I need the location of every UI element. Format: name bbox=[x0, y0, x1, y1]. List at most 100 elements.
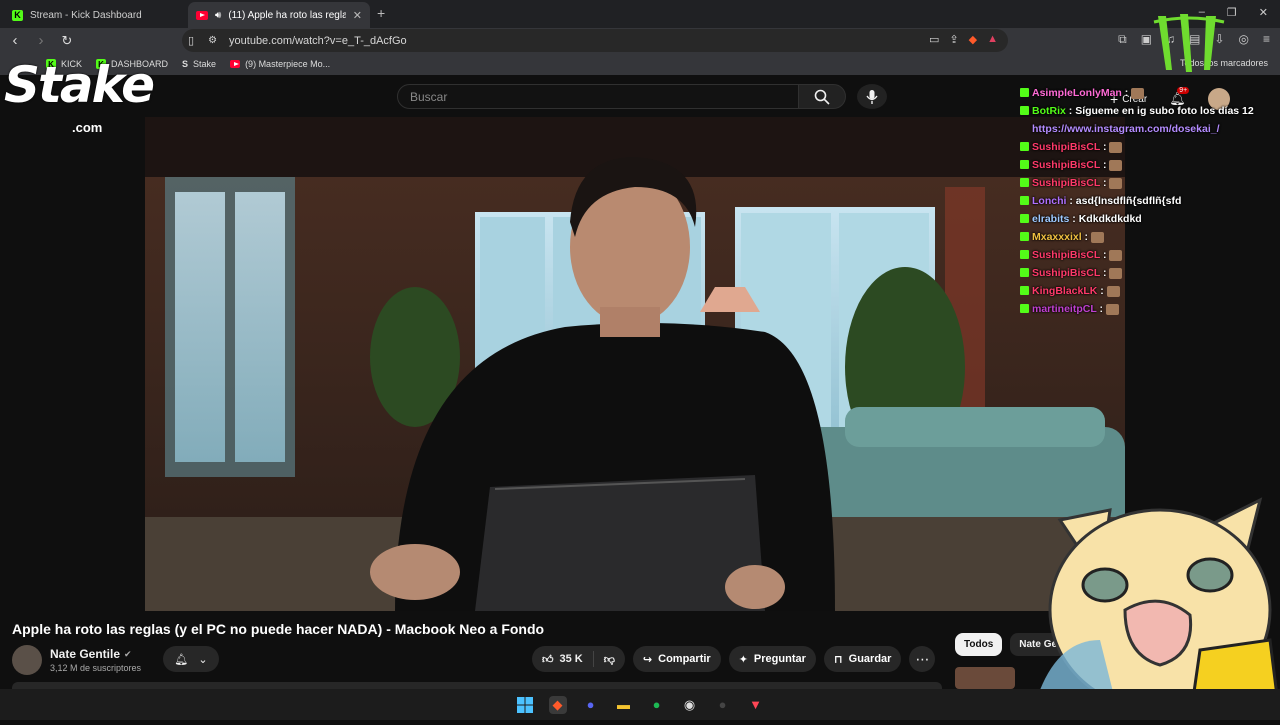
bookmark-label: Stake bbox=[193, 59, 217, 69]
chat-text: Sígueme en ig subo foto los días 12 bbox=[1075, 105, 1254, 117]
chat-message: AsimpleLonlyMan : bbox=[1020, 84, 1270, 102]
chat-message-text: SushipiBisCL : bbox=[1032, 174, 1123, 192]
chat-message-text: BotRix : Sígueme en ig subo foto los día… bbox=[1032, 105, 1254, 135]
windows-start-icon[interactable] bbox=[516, 696, 534, 714]
app-icon[interactable]: ● bbox=[714, 696, 732, 714]
channel-name[interactable]: Nate Gentile bbox=[50, 647, 120, 661]
new-tab-button[interactable]: + bbox=[377, 5, 385, 21]
address-bar[interactable]: ▯ ⚙ youtube.com/watch?v=e_T-_dAcfGo ▭ ⇪ … bbox=[182, 29, 1008, 52]
stake-logo-overlay: Stake .com bbox=[0, 56, 180, 136]
chat-message: SushipiBisCL : bbox=[1020, 156, 1270, 174]
chat-message-text: Mxaxxxixl : bbox=[1032, 228, 1104, 246]
brave-browser-icon[interactable]: ◆ bbox=[548, 695, 567, 714]
related-video-thumbnail[interactable] bbox=[955, 667, 1015, 689]
bookmark-icon: ⊓ bbox=[833, 653, 843, 666]
bookmark-icon[interactable]: ▯ bbox=[188, 34, 194, 47]
voice-search-button[interactable] bbox=[857, 84, 887, 109]
steam-icon[interactable]: ◉ bbox=[681, 696, 699, 714]
youtube-icon bbox=[196, 10, 208, 20]
emote-icon bbox=[1109, 249, 1123, 261]
sparkle-icon: ✦ bbox=[738, 653, 748, 666]
chat-message: KingBlackLK : bbox=[1020, 282, 1270, 300]
emote-icon bbox=[1109, 141, 1123, 153]
emote-icon bbox=[1106, 285, 1120, 297]
dislike-button[interactable]: 👎︎ bbox=[594, 646, 625, 672]
chat-username: Lonchi bbox=[1032, 195, 1067, 207]
emote-icon bbox=[1131, 87, 1145, 99]
discord-icon[interactable]: ● bbox=[582, 696, 600, 714]
more-actions-button[interactable]: ⋯ bbox=[909, 646, 936, 672]
emote-icon bbox=[1109, 267, 1123, 279]
maximize-icon[interactable]: ❐ bbox=[1227, 6, 1237, 19]
chat-message-text: SushipiBisCL : bbox=[1032, 138, 1123, 156]
chat-message-text: KingBlackLK : bbox=[1032, 282, 1120, 300]
cast-icon[interactable]: ▭ bbox=[929, 33, 939, 46]
tab-kick-dashboard[interactable]: K Stream - Kick Dashboard bbox=[4, 2, 184, 28]
more-icon: ⋯ bbox=[915, 650, 930, 667]
share-icon[interactable]: ⇪ bbox=[949, 33, 958, 46]
chat-message: elrabits : Kdkdkdkdkd bbox=[1020, 210, 1270, 228]
subscription-bell-button[interactable]: 🔔︎ ⌄ bbox=[163, 646, 219, 672]
bookmark-stake[interactable]: S Stake bbox=[182, 59, 216, 69]
chat-username: SushipiBisCL bbox=[1032, 249, 1101, 261]
chat-message: martineitpCL : bbox=[1020, 300, 1270, 318]
file-explorer-icon[interactable]: ▬ bbox=[615, 696, 633, 714]
chat-username: SushipiBisCL bbox=[1032, 267, 1101, 279]
tab-label: Stream - Kick Dashboard bbox=[30, 9, 142, 21]
chat-username: Mxaxxxixl bbox=[1032, 231, 1082, 243]
emote-icon bbox=[1109, 159, 1123, 171]
menu-icon[interactable]: ≡ bbox=[1263, 32, 1270, 47]
monster-logo-overlay bbox=[1150, 12, 1228, 74]
chat-text: Kdkdkdkdkd bbox=[1078, 213, 1142, 225]
extensions-icon[interactable]: ⧉ bbox=[1118, 32, 1127, 47]
bookmark-masterpiece[interactable]: (9) Masterpiece Mo... bbox=[230, 59, 330, 69]
close-tab-icon[interactable]: ✕ bbox=[353, 9, 362, 22]
thumbs-down-icon: 👎︎ bbox=[603, 653, 615, 666]
chat-message-text: elrabits : Kdkdkdkdkd bbox=[1032, 213, 1142, 225]
chat-message-text: martineitpCL : bbox=[1032, 300, 1119, 318]
close-window-icon[interactable]: ✕ bbox=[1259, 6, 1268, 19]
like-button[interactable]: 👍︎ 35 K bbox=[532, 646, 593, 672]
ask-button[interactable]: ✦ Preguntar bbox=[728, 646, 816, 672]
valorant-icon[interactable]: ▼ bbox=[747, 696, 765, 714]
search-input[interactable]: Buscar bbox=[397, 84, 799, 109]
kick-badge-icon bbox=[1020, 232, 1029, 241]
chat-message: BotRix : Sígueme en ig subo foto los día… bbox=[1020, 102, 1270, 138]
save-label: Guardar bbox=[848, 653, 892, 665]
channel-avatar[interactable] bbox=[12, 645, 42, 675]
stake-icon: S bbox=[182, 59, 189, 69]
thumbs-up-icon: 👍︎ bbox=[542, 653, 554, 666]
forward-arrow-icon[interactable]: › bbox=[30, 32, 52, 49]
spotify-icon[interactable]: ● bbox=[648, 696, 666, 714]
back-arrow-icon[interactable]: ‹ bbox=[4, 32, 26, 49]
vpn-icon[interactable]: ◎ bbox=[1239, 32, 1249, 47]
chat-username: SushipiBisCL bbox=[1032, 159, 1101, 171]
video-actions: 👍︎ 35 K 👎︎ ↪ Compartir ✦ Preguntar ⊓ Gua… bbox=[532, 646, 936, 672]
brave-rewards-icon[interactable]: ▲ bbox=[987, 33, 998, 46]
chat-username: AsimpleLonlyMan bbox=[1032, 87, 1122, 99]
video-player[interactable] bbox=[145, 117, 1125, 611]
reload-icon[interactable]: ↻ bbox=[56, 33, 78, 49]
chat-username: martineitpCL bbox=[1032, 303, 1097, 315]
speaker-icon[interactable]: 🔊︎ bbox=[215, 10, 221, 21]
description-box[interactable] bbox=[12, 682, 942, 689]
video-frame bbox=[145, 117, 1125, 611]
save-button[interactable]: ⊓ Guardar bbox=[823, 646, 902, 672]
brave-shield-icon[interactable]: ◆ bbox=[969, 33, 977, 46]
chat-message: SushipiBisCL : bbox=[1020, 174, 1270, 192]
tab-youtube-video[interactable]: 🔊︎ (11) Apple ha roto las reglas ( ✕ bbox=[188, 2, 370, 28]
site-settings-icon[interactable]: ⚙ bbox=[208, 35, 217, 46]
chat-message-text: SushipiBisCL : bbox=[1032, 156, 1123, 174]
chat-message-text: AsimpleLonlyMan : bbox=[1032, 84, 1145, 102]
stake-logo: Stake bbox=[4, 56, 155, 114]
chip-all[interactable]: Todos bbox=[955, 633, 1003, 656]
chat-message: SushipiBisCL : bbox=[1020, 264, 1270, 282]
share-button[interactable]: ↪ Compartir bbox=[632, 646, 721, 672]
kick-badge-icon bbox=[1020, 196, 1029, 205]
chat-username: SushipiBisCL bbox=[1032, 177, 1101, 189]
kick-icon: K bbox=[12, 9, 23, 21]
chat-link[interactable]: https://www.instagram.com/dosekai_/ bbox=[1032, 123, 1220, 135]
chat-message: SushipiBisCL : bbox=[1020, 138, 1270, 156]
windows-taskbar: ◆ ● ▬ ● ◉ ● ▼ bbox=[0, 689, 1280, 720]
search-button[interactable] bbox=[798, 84, 846, 109]
